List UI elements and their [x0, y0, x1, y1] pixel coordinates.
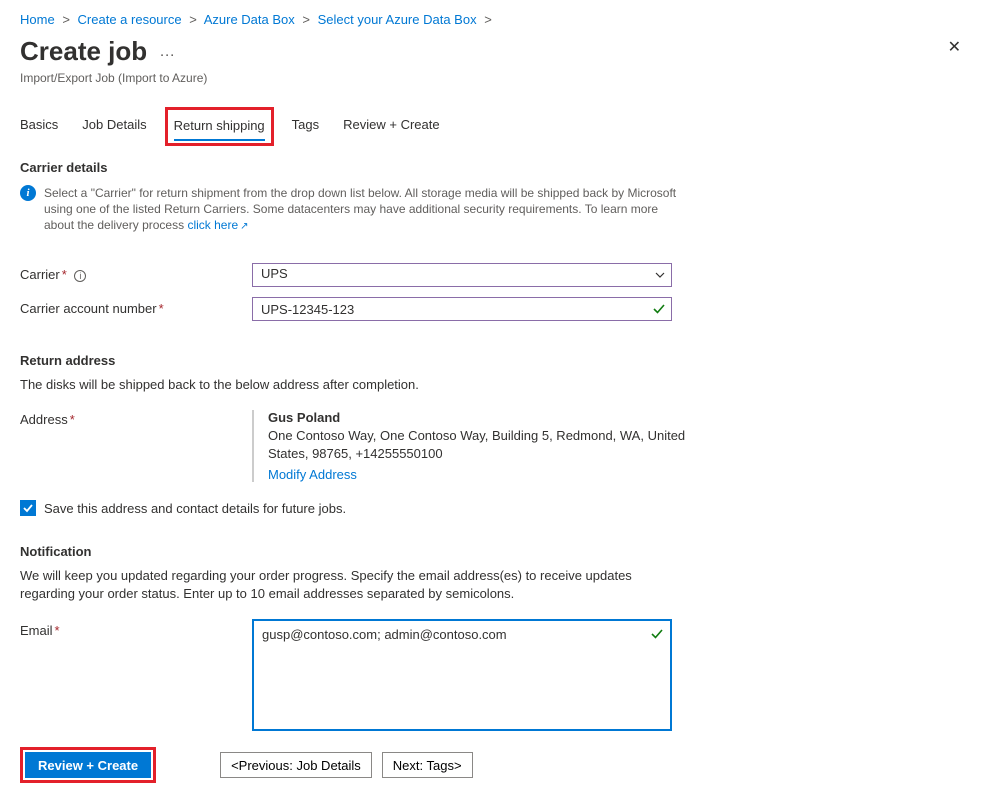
notification-desc: We will keep you updated regarding your …	[20, 567, 680, 603]
highlight-return-shipping: Return shipping	[165, 107, 274, 146]
page-subtitle: Import/Export Job (Import to Azure)	[20, 71, 961, 85]
carrier-dropdown[interactable]: UPS	[252, 263, 672, 287]
help-icon[interactable]: i	[74, 270, 86, 282]
save-address-label: Save this address and contact details fo…	[44, 501, 346, 516]
address-lines: One Contoso Way, One Contoso Way, Buildi…	[268, 427, 722, 463]
page-title: Create job	[20, 36, 147, 67]
modify-address-link[interactable]: Modify Address	[268, 467, 357, 482]
breadcrumb-select-data-box[interactable]: Select your Azure Data Box	[318, 12, 477, 27]
address-name: Gus Poland	[268, 410, 722, 425]
carrier-label: Carrier* i	[20, 263, 252, 282]
more-menu-icon[interactable]: …	[159, 43, 175, 61]
review-create-button[interactable]: Review + Create	[25, 752, 151, 778]
breadcrumb-home[interactable]: Home	[20, 12, 55, 27]
carrier-account-label: Carrier account number*	[20, 297, 252, 316]
address-label: Address*	[20, 410, 252, 482]
footer-bar: Review + Create <Previous: Job Details N…	[20, 747, 961, 783]
breadcrumb-azure-data-box[interactable]: Azure Data Box	[204, 12, 295, 27]
tab-tags[interactable]: Tags	[292, 111, 319, 142]
return-address-heading: Return address	[20, 353, 961, 368]
info-icon: i	[20, 185, 36, 201]
checkmark-icon	[650, 627, 664, 644]
email-label: Email*	[20, 619, 252, 638]
email-textarea[interactable]	[252, 619, 672, 731]
chevron-right-icon: >	[62, 12, 70, 27]
breadcrumb: Home > Create a resource > Azure Data Bo…	[20, 10, 961, 30]
close-icon[interactable]: ✕	[948, 40, 961, 56]
tab-basics[interactable]: Basics	[20, 111, 58, 142]
carrier-account-input[interactable]	[252, 297, 672, 321]
save-address-checkbox[interactable]	[20, 500, 36, 516]
tab-bar: Basics Job Details Return shipping Tags …	[20, 111, 961, 142]
chevron-right-icon: >	[484, 12, 492, 27]
tab-job-details[interactable]: Job Details	[82, 111, 146, 142]
delivery-process-link[interactable]: click here↗	[187, 218, 248, 232]
carrier-details-heading: Carrier details	[20, 160, 961, 175]
previous-button[interactable]: <Previous: Job Details	[220, 752, 372, 778]
chevron-right-icon: >	[189, 12, 197, 27]
tab-review-create[interactable]: Review + Create	[343, 111, 439, 142]
highlight-review-create: Review + Create	[20, 747, 156, 783]
breadcrumb-create-resource[interactable]: Create a resource	[78, 12, 182, 27]
notification-heading: Notification	[20, 544, 961, 559]
external-link-icon: ↗	[240, 221, 248, 232]
return-address-desc: The disks will be shipped back to the be…	[20, 376, 680, 394]
carrier-info-text: Select a "Carrier" for return shipment f…	[44, 185, 684, 235]
next-button[interactable]: Next: Tags>	[382, 752, 473, 778]
tab-return-shipping[interactable]: Return shipping	[174, 112, 265, 141]
chevron-right-icon: >	[302, 12, 310, 27]
